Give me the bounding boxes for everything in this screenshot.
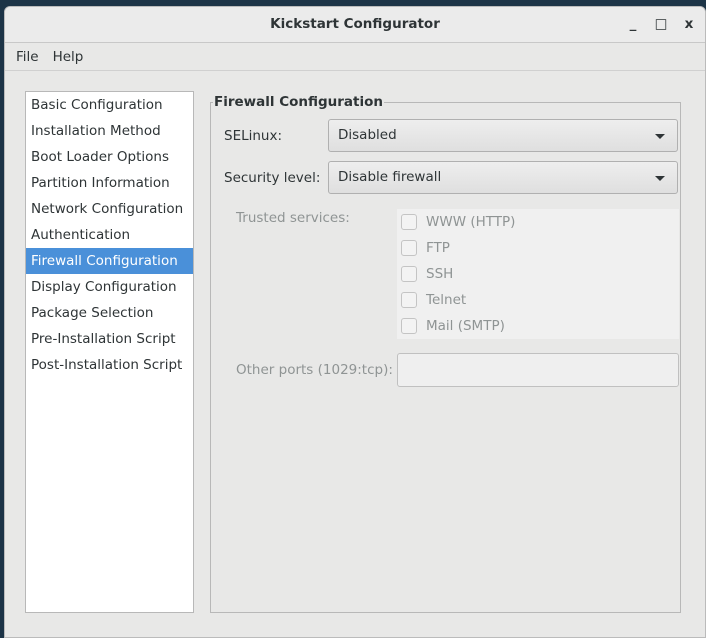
frame-title: Firewall Configuration bbox=[213, 94, 385, 110]
service-telnet-checkbox[interactable]: Telnet bbox=[401, 290, 466, 310]
sidebar-item-firewall-configuration[interactable]: Firewall Configuration bbox=[26, 248, 193, 274]
checkbox-icon bbox=[401, 318, 417, 334]
service-label: Telnet bbox=[426, 292, 467, 308]
other-ports-input[interactable] bbox=[397, 353, 679, 387]
menu-bar: File Help bbox=[5, 43, 705, 71]
sidebar-item-pre-installation-script[interactable]: Pre-Installation Script bbox=[26, 326, 193, 352]
security-level-dropdown[interactable]: Disable firewall bbox=[328, 161, 678, 194]
security-level-label: Security level: bbox=[224, 170, 321, 186]
checkbox-icon bbox=[401, 240, 417, 256]
service-ftp-checkbox[interactable]: FTP bbox=[401, 238, 450, 258]
trusted-services-label: Trusted services: bbox=[236, 210, 350, 226]
sidebar-item-network-configuration[interactable]: Network Configuration bbox=[26, 196, 193, 222]
service-label: Mail (SMTP) bbox=[426, 318, 505, 334]
checkbox-icon bbox=[401, 214, 417, 230]
title-bar: Kickstart Configurator _ □ x bbox=[5, 7, 705, 43]
sidebar-item-package-selection[interactable]: Package Selection bbox=[26, 300, 193, 326]
sidebar-item-post-installation-script[interactable]: Post-Installation Script bbox=[26, 352, 193, 378]
sidebar-item-installation-method[interactable]: Installation Method bbox=[26, 118, 193, 144]
sidebar-item-basic-configuration[interactable]: Basic Configuration bbox=[26, 92, 193, 118]
selinux-dropdown[interactable]: Disabled bbox=[328, 119, 678, 152]
close-button[interactable]: x bbox=[679, 7, 699, 41]
service-smtp-checkbox[interactable]: Mail (SMTP) bbox=[401, 316, 505, 336]
service-label: FTP bbox=[426, 240, 450, 256]
sidebar-item-partition-information[interactable]: Partition Information bbox=[26, 170, 193, 196]
service-label: SSH bbox=[426, 266, 454, 282]
other-ports-label: Other ports (1029:tcp): bbox=[236, 362, 393, 378]
chevron-down-icon bbox=[655, 134, 665, 139]
minimize-button[interactable]: _ bbox=[623, 7, 643, 41]
checkbox-icon bbox=[401, 266, 417, 282]
menu-help[interactable]: Help bbox=[46, 49, 91, 65]
checkbox-icon bbox=[401, 292, 417, 308]
service-ssh-checkbox[interactable]: SSH bbox=[401, 264, 453, 284]
window-title: Kickstart Configurator bbox=[270, 16, 440, 32]
selinux-label: SELinux: bbox=[224, 128, 283, 144]
chevron-down-icon bbox=[655, 176, 665, 181]
service-label: WWW (HTTP) bbox=[426, 214, 516, 230]
sidebar-item-display-configuration[interactable]: Display Configuration bbox=[26, 274, 193, 300]
service-www-checkbox[interactable]: WWW (HTTP) bbox=[401, 212, 515, 232]
maximize-button[interactable]: □ bbox=[651, 7, 671, 41]
section-list: Basic Configuration Installation Method … bbox=[25, 91, 194, 613]
trusted-services-list: WWW (HTTP) FTP SSH Telnet Mail (SMTP) bbox=[397, 209, 679, 339]
selinux-value: Disabled bbox=[338, 127, 397, 143]
sidebar-item-boot-loader-options[interactable]: Boot Loader Options bbox=[26, 144, 193, 170]
security-level-value: Disable firewall bbox=[338, 169, 442, 185]
menu-file[interactable]: File bbox=[9, 49, 46, 65]
sidebar-item-authentication[interactable]: Authentication bbox=[26, 222, 193, 248]
